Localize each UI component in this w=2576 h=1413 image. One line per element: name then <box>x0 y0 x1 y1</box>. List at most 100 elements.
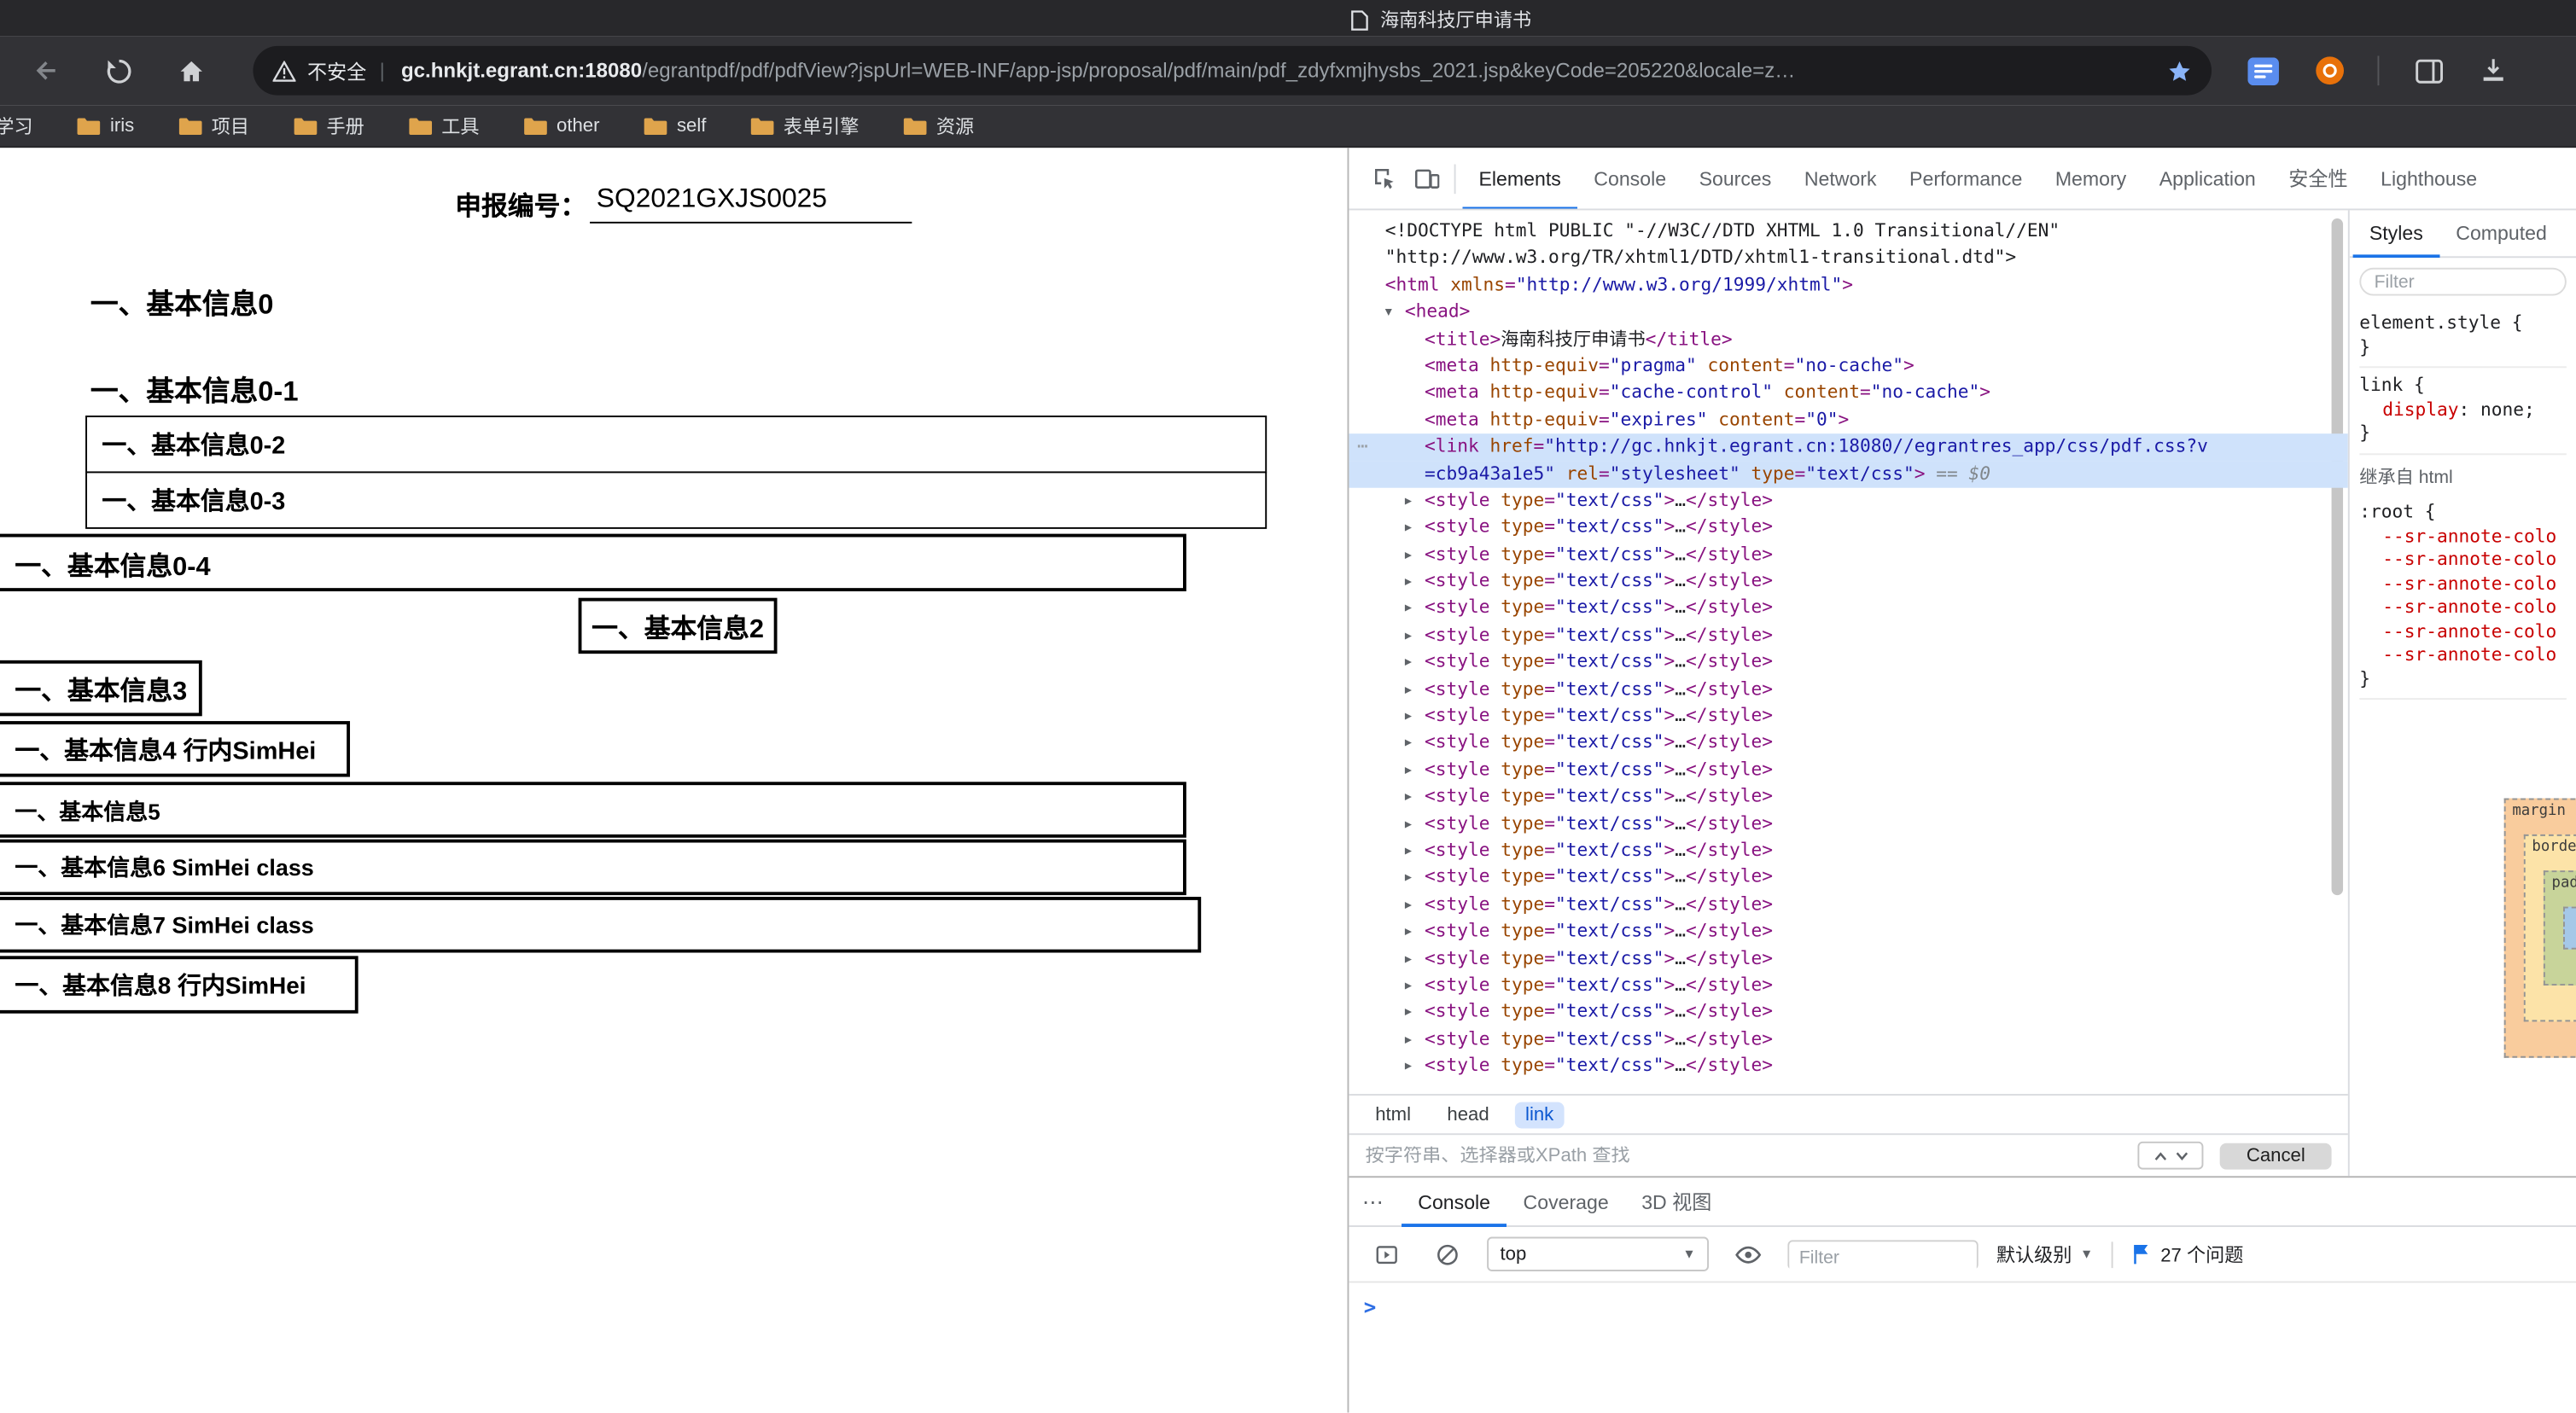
bookmark-item[interactable]: 资源 <box>901 113 974 139</box>
dom-tree-line[interactable]: <title>海南科技厅申请书</title> <box>1349 326 2347 353</box>
dom-tree-line[interactable]: ▶<style type="text/css">…</style> <box>1349 488 2347 515</box>
dom-tree-line[interactable]: ▶<style type="text/css">…</style> <box>1349 811 2347 838</box>
reload-button[interactable] <box>99 51 138 90</box>
expand-arrow-icon[interactable]: ▶ <box>1405 515 1412 542</box>
inspect-element-button[interactable] <box>1362 157 1405 200</box>
breadcrumb-link[interactable]: link <box>1515 1102 1563 1128</box>
expand-arrow-icon[interactable]: ▶ <box>1405 730 1412 758</box>
expand-arrow-icon[interactable]: ▶ <box>1405 892 1412 919</box>
dom-tree-line[interactable]: "http://www.w3.org/TR/xhtml1/DTD/xhtml1-… <box>1349 246 2347 273</box>
dom-tree-line[interactable]: ▶<style type="text/css">…</style> <box>1349 703 2347 730</box>
bookmark-item[interactable]: 学习 <box>0 113 33 139</box>
expand-arrow-icon[interactable]: ▶ <box>1405 918 1412 945</box>
dom-tree-line[interactable]: ▶<style type="text/css">…</style> <box>1349 945 2347 973</box>
more-tools-icon[interactable]: ⋯ <box>1362 1189 1385 1215</box>
breadcrumb-head[interactable]: head <box>1437 1102 1499 1128</box>
dom-tree-line[interactable]: ▼<head> <box>1349 299 2347 327</box>
expand-arrow-icon[interactable]: ▶ <box>1405 757 1412 784</box>
bookmark-item[interactable]: other <box>522 116 600 136</box>
context-selector[interactable]: top ▼ <box>1487 1237 1709 1271</box>
console-tab-console[interactable]: Console <box>1402 1177 1507 1226</box>
dom-tree-line[interactable]: ▶<style type="text/css">…</style> <box>1349 999 2347 1026</box>
rule-root[interactable]: :root { --sr-annote-colo--sr-annote-colo… <box>2359 494 2567 700</box>
styles-tab-computed[interactable]: Computed <box>2439 210 2563 257</box>
expand-arrow-icon[interactable]: ▶ <box>1405 596 1412 623</box>
dom-tree-line[interactable]: <!DOCTYPE html PUBLIC "-//W3C//DTD XHTML… <box>1349 218 2347 246</box>
devtools-tab-elements[interactable]: Elements <box>1462 148 1577 209</box>
dom-tree-line[interactable]: <meta http-equiv="expires" content="0"> <box>1349 407 2347 434</box>
active-tab[interactable]: 海南科技厅申请书 <box>1350 7 1531 33</box>
home-button[interactable] <box>171 51 210 90</box>
dom-tree-line[interactable]: <html xmlns="http://www.w3.org/1999/xhtm… <box>1349 272 2347 299</box>
search-input[interactable] <box>1366 1146 2122 1166</box>
bookmark-item[interactable]: self <box>643 116 707 136</box>
dom-tree-line[interactable]: ▶<style type="text/css">…</style> <box>1349 757 2347 784</box>
dom-tree-line[interactable]: ⋯<link href="http://gc.hnkjt.egrant.cn:1… <box>1349 433 2347 461</box>
dom-tree-line[interactable]: ▶<style type="text/css">…</style> <box>1349 622 2347 649</box>
log-levels-dropdown[interactable]: 默认级别 ▼ <box>1996 1241 2093 1267</box>
styles-tab-styles[interactable]: Styles <box>2353 210 2439 257</box>
dom-tree-line[interactable]: ▶<style type="text/css">…</style> <box>1349 1053 2347 1080</box>
expand-arrow-icon[interactable]: ▶ <box>1405 568 1412 596</box>
devtools-tab-memory[interactable]: Memory <box>2039 148 2143 209</box>
devtools-tab-安全性[interactable]: 安全性 <box>2272 148 2364 209</box>
dom-tree-line[interactable]: ▶<style type="text/css">…</style> <box>1349 515 2347 542</box>
expand-arrow-icon[interactable]: ▶ <box>1405 1026 1412 1054</box>
extension-button-blue[interactable] <box>2247 56 2279 84</box>
dom-tree-line[interactable]: ▶<style type="text/css">…</style> <box>1349 918 2347 945</box>
console-sidebar-button[interactable] <box>1366 1233 1408 1276</box>
dom-tree-line[interactable]: ▶<style type="text/css">…</style> <box>1349 892 2347 919</box>
expand-arrow-icon[interactable]: ▶ <box>1405 1053 1412 1080</box>
expand-arrow-icon[interactable]: ▶ <box>1405 972 1412 999</box>
address-bar[interactable]: 不安全 | gc.hnkjt.egrant.cn:18080 /egrantpd… <box>253 46 2212 96</box>
dom-tree-line[interactable]: ▶<style type="text/css">…</style> <box>1349 838 2347 865</box>
devtools-tab-performance[interactable]: Performance <box>1893 148 2039 209</box>
css-custom-property[interactable]: --sr-annote-colo <box>2359 596 2567 620</box>
expand-arrow-icon[interactable]: ▶ <box>1405 542 1412 569</box>
expand-arrow-icon[interactable]: ▶ <box>1405 784 1412 811</box>
styles-filter-input[interactable]: Filter <box>2359 268 2567 296</box>
css-property[interactable]: display <box>2382 398 2458 420</box>
find-navigation[interactable] <box>2138 1142 2204 1170</box>
dom-tree-line[interactable]: ▶<style type="text/css">…</style> <box>1349 596 2347 623</box>
downloads-button[interactable] <box>2480 57 2508 84</box>
css-custom-property[interactable]: --sr-annote-colo <box>2359 549 2567 573</box>
devtools-tab-network[interactable]: Network <box>1788 148 1893 209</box>
expand-arrow-icon[interactable]: ▶ <box>1405 811 1412 838</box>
expand-arrow-icon[interactable]: ▶ <box>1405 838 1412 865</box>
box-model-content[interactable] <box>2563 907 2576 950</box>
console-filter[interactable] <box>1787 1239 1978 1269</box>
cancel-button[interactable]: Cancel <box>2220 1143 2332 1169</box>
extension-button-orange[interactable] <box>2315 55 2345 85</box>
node-options-icon[interactable]: ⋯ <box>1357 433 1370 461</box>
side-panel-button[interactable] <box>2416 58 2444 83</box>
dom-tree-line[interactable]: ▶<style type="text/css">…</style> <box>1349 649 2347 677</box>
device-toolbar-button[interactable] <box>1405 157 1448 200</box>
bookmark-item[interactable]: iris <box>76 116 135 136</box>
expand-arrow-icon[interactable]: ▶ <box>1405 488 1412 515</box>
dom-tree-line[interactable]: ▶<style type="text/css">…</style> <box>1349 542 2347 569</box>
console-filter-input[interactable] <box>1789 1244 1976 1271</box>
dom-tree-line[interactable]: ▶<style type="text/css">…</style> <box>1349 730 2347 758</box>
dom-tree-line[interactable]: ▶<style type="text/css">…</style> <box>1349 972 2347 999</box>
css-custom-property[interactable]: --sr-annote-colo <box>2359 620 2567 644</box>
rule-link[interactable]: link { display: none; } <box>2359 368 2567 454</box>
bookmark-item[interactable]: 工具 <box>407 113 480 139</box>
css-value[interactable]: none <box>2480 398 2524 420</box>
dom-tree-line[interactable]: ▶<style type="text/css">…</style> <box>1349 864 2347 892</box>
breadcrumb-html[interactable]: html <box>1366 1102 1421 1128</box>
expand-arrow-icon[interactable]: ▶ <box>1405 676 1412 703</box>
rule-element-style[interactable]: element.style { } <box>2359 305 2567 368</box>
security-label[interactable]: 不安全 <box>307 56 366 84</box>
bookmark-item[interactable]: 表单引擎 <box>749 113 859 139</box>
console-tab-3d-视图[interactable]: 3D 视图 <box>1625 1177 1728 1226</box>
css-custom-property[interactable]: --sr-annote-colo <box>2359 644 2567 668</box>
expand-arrow-icon[interactable]: ▶ <box>1405 622 1412 649</box>
issues-counter[interactable]: 27 个问题 <box>2131 1241 2244 1267</box>
dom-tree-line[interactable]: <meta http-equiv="cache-control" content… <box>1349 380 2347 407</box>
dom-tree-line[interactable]: ▶<style type="text/css">…</style> <box>1349 784 2347 811</box>
dom-tree-line[interactable]: ▶<style type="text/css">…</style> <box>1349 676 2347 703</box>
devtools-tab-lighthouse[interactable]: Lighthouse <box>2364 148 2494 209</box>
console-tab-coverage[interactable]: Coverage <box>1507 1177 1625 1226</box>
expand-arrow-icon[interactable]: ▶ <box>1405 999 1412 1026</box>
